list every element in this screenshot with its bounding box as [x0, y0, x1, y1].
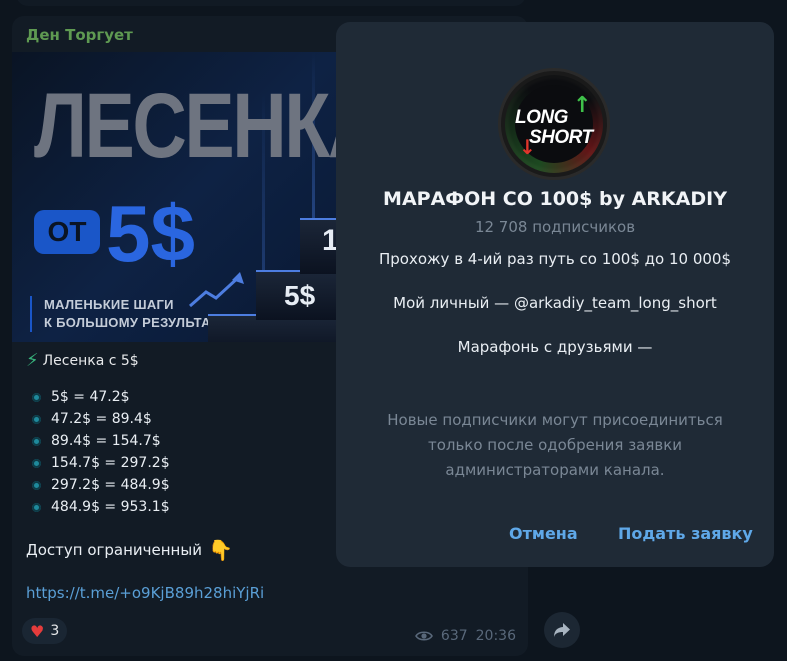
stair-label: 5$ [284, 280, 316, 311]
avatar-text-short: SHORT [529, 127, 593, 148]
eye-icon [414, 631, 433, 641]
list-item-text: 484.9$ = 953.1$ [51, 499, 170, 515]
avatar-text-long: LONG [515, 107, 568, 128]
previous-message-edge [16, 0, 526, 6]
description-line: Прохожу в 4-ий раз путь со 100$ до 10 00… [379, 250, 731, 268]
message-heading-text: Лесенка с 5$ [42, 353, 139, 369]
heart-icon: ♥ [30, 621, 45, 641]
channel-avatar: ↑ LONG SHORT ↓ [498, 68, 610, 180]
description-line: Мой личный — @arkadiy_team_long_short [393, 294, 717, 312]
list-item-text: 89.4$ = 154.7$ [51, 433, 161, 449]
list-item-text: 47.2$ = 89.4$ [51, 411, 152, 427]
list-item-text: 297.2$ = 484.9$ [51, 477, 170, 493]
sender-name[interactable]: Ден Торгует [26, 26, 133, 44]
bullet-icon [32, 414, 41, 424]
forward-button[interactable] [544, 612, 580, 648]
growth-arrow-icon [189, 272, 244, 308]
reaction-heart[interactable]: ♥ 3 [22, 618, 68, 644]
reaction-count: 3 [50, 623, 60, 639]
channel-description: Прохожу в 4-ий раз путь со 100$ до 10 00… [372, 248, 738, 380]
arrow-down-icon: ↓ [519, 135, 536, 159]
apply-button[interactable]: Подать заявку [618, 524, 753, 543]
bullet-icon [32, 480, 41, 490]
promo-title: ЛЕСЕНКА [34, 75, 382, 177]
message-time: 20:36 [475, 628, 516, 644]
list-item-text: 154.7$ = 297.2$ [51, 455, 170, 471]
bullet-icon [32, 436, 41, 446]
forward-icon [554, 623, 570, 637]
arrow-up-icon: ↑ [573, 93, 592, 118]
description-line: Марафонь с друзьями — [457, 338, 653, 356]
subscriber-count: 12 708 подписчиков [474, 218, 636, 236]
invite-link[interactable]: https://t.me/+o9KjB89h28hiYjRi [26, 584, 516, 602]
view-count: 637 [440, 628, 468, 644]
pointing-down-icon: 👇 [207, 538, 233, 562]
promo-price: 5$ [106, 189, 195, 278]
message-meta: 637 20:36 [414, 628, 516, 644]
cancel-button[interactable]: Отмена [509, 524, 578, 543]
list-item-text: 5$ = 47.2$ [51, 389, 130, 405]
lightning-icon: ⚡ [26, 350, 39, 371]
join-request-dialog: ↑ LONG SHORT ↓ МАРАФОН СО 100$ by ARKADI… [336, 22, 774, 567]
channel-title: МАРАФОН СО 100$ by ARKADIY [383, 188, 727, 210]
access-text: Доступ ограниченный [26, 541, 202, 559]
bullet-icon [32, 502, 41, 512]
bullet-icon [32, 458, 41, 468]
promo-tagline-line-2: К БОЛЬШОМУ РЕЗУЛЬТАТУ! [44, 315, 232, 330]
approval-note: Новые подписчики могут присоединиться то… [387, 411, 723, 479]
promo-ot-badge: ОТ [34, 210, 100, 254]
bullet-icon [32, 392, 41, 402]
